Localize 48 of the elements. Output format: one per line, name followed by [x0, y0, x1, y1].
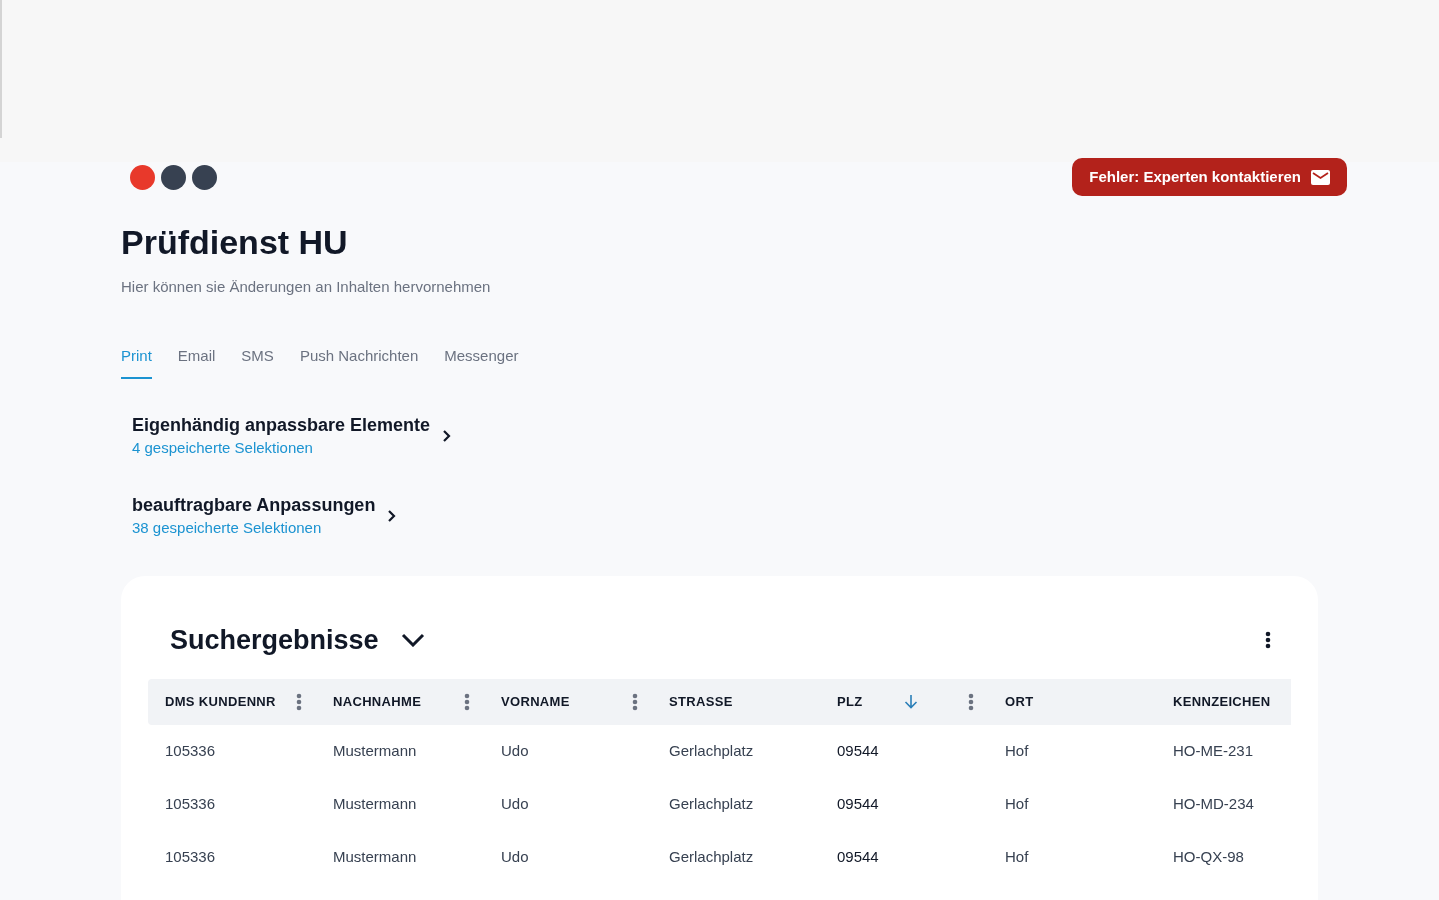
- chevron-down-icon[interactable]: [400, 633, 425, 648]
- results-title: Suchergebnisse: [170, 624, 379, 657]
- table-cell-text: 09544: [837, 740, 879, 761]
- table-cell-text: Udo: [501, 793, 529, 814]
- column-header[interactable]: ORT: [988, 678, 1156, 725]
- section-title[interactable]: Eigenhändig anpassbare Elemente: [132, 413, 431, 437]
- column-header[interactable]: NACHNAHME: [316, 678, 484, 725]
- column-menu-icon[interactable]: [296, 692, 302, 711]
- page-title: Prüfdienst HU: [121, 222, 348, 263]
- table-cell-text: Hof: [1005, 846, 1029, 867]
- column-header[interactable]: KENNZEICHEN: [1156, 678, 1291, 725]
- table-cell-text: Udo: [501, 740, 529, 761]
- table-cell-text: 09544: [837, 793, 879, 814]
- tab[interactable]: Push Nachrichten: [299, 344, 419, 379]
- table-cell-text: Gerlachplatz: [669, 846, 754, 867]
- table-cell-text: HO-MD-234: [1173, 793, 1254, 814]
- table-cell-text: 105336: [165, 846, 216, 867]
- column-header[interactable]: PLZ: [820, 678, 988, 725]
- table-cell-text: Mustermann: [333, 793, 417, 814]
- section-title[interactable]: beauftragbare Anpassungen: [132, 493, 376, 517]
- table-cell-text: HO-QX-98: [1173, 846, 1244, 867]
- contact-expert-button[interactable]: Fehler: Experten kontaktieren: [1072, 158, 1347, 196]
- tab[interactable]: Messenger: [444, 344, 519, 379]
- tab[interactable]: Email: [177, 344, 216, 379]
- table-cell-text: HO-ME-231: [1173, 740, 1254, 761]
- column-header[interactable]: DMS KUNDENNR: [148, 678, 316, 725]
- column-header[interactable]: STRASSE: [652, 678, 820, 725]
- table-cell-text: Hof: [1005, 793, 1029, 814]
- table-cell-text: Gerlachplatz: [669, 740, 754, 761]
- chevron-right-icon[interactable]: [442, 429, 452, 443]
- table-cell-text: 105336: [165, 793, 216, 814]
- column-menu-icon[interactable]: [632, 692, 638, 711]
- table-cell-text: Udo: [501, 846, 529, 867]
- table-cell-text: 09544: [837, 846, 879, 867]
- column-menu-icon[interactable]: [464, 692, 470, 711]
- table-cell-text: Mustermann: [333, 846, 417, 867]
- tab[interactable]: SMS: [241, 344, 274, 379]
- page-subtitle: Hier können sie Änderungen an Inhalten hervornehmen: [121, 277, 491, 297]
- mail-icon: [1311, 169, 1330, 185]
- arrow-down-icon[interactable]: [904, 694, 918, 709]
- table-cell-text: Hof: [1005, 740, 1029, 761]
- table-cell-text: Mustermann: [333, 740, 417, 761]
- more-options-icon[interactable]: [1265, 631, 1271, 650]
- table-cell-text: 105336: [165, 740, 216, 761]
- column-header[interactable]: VORNAME: [484, 678, 652, 725]
- chevron-right-icon[interactable]: [387, 509, 397, 523]
- column-menu-icon[interactable]: [968, 692, 974, 711]
- table-cell-text: Gerlachplatz: [669, 793, 754, 814]
